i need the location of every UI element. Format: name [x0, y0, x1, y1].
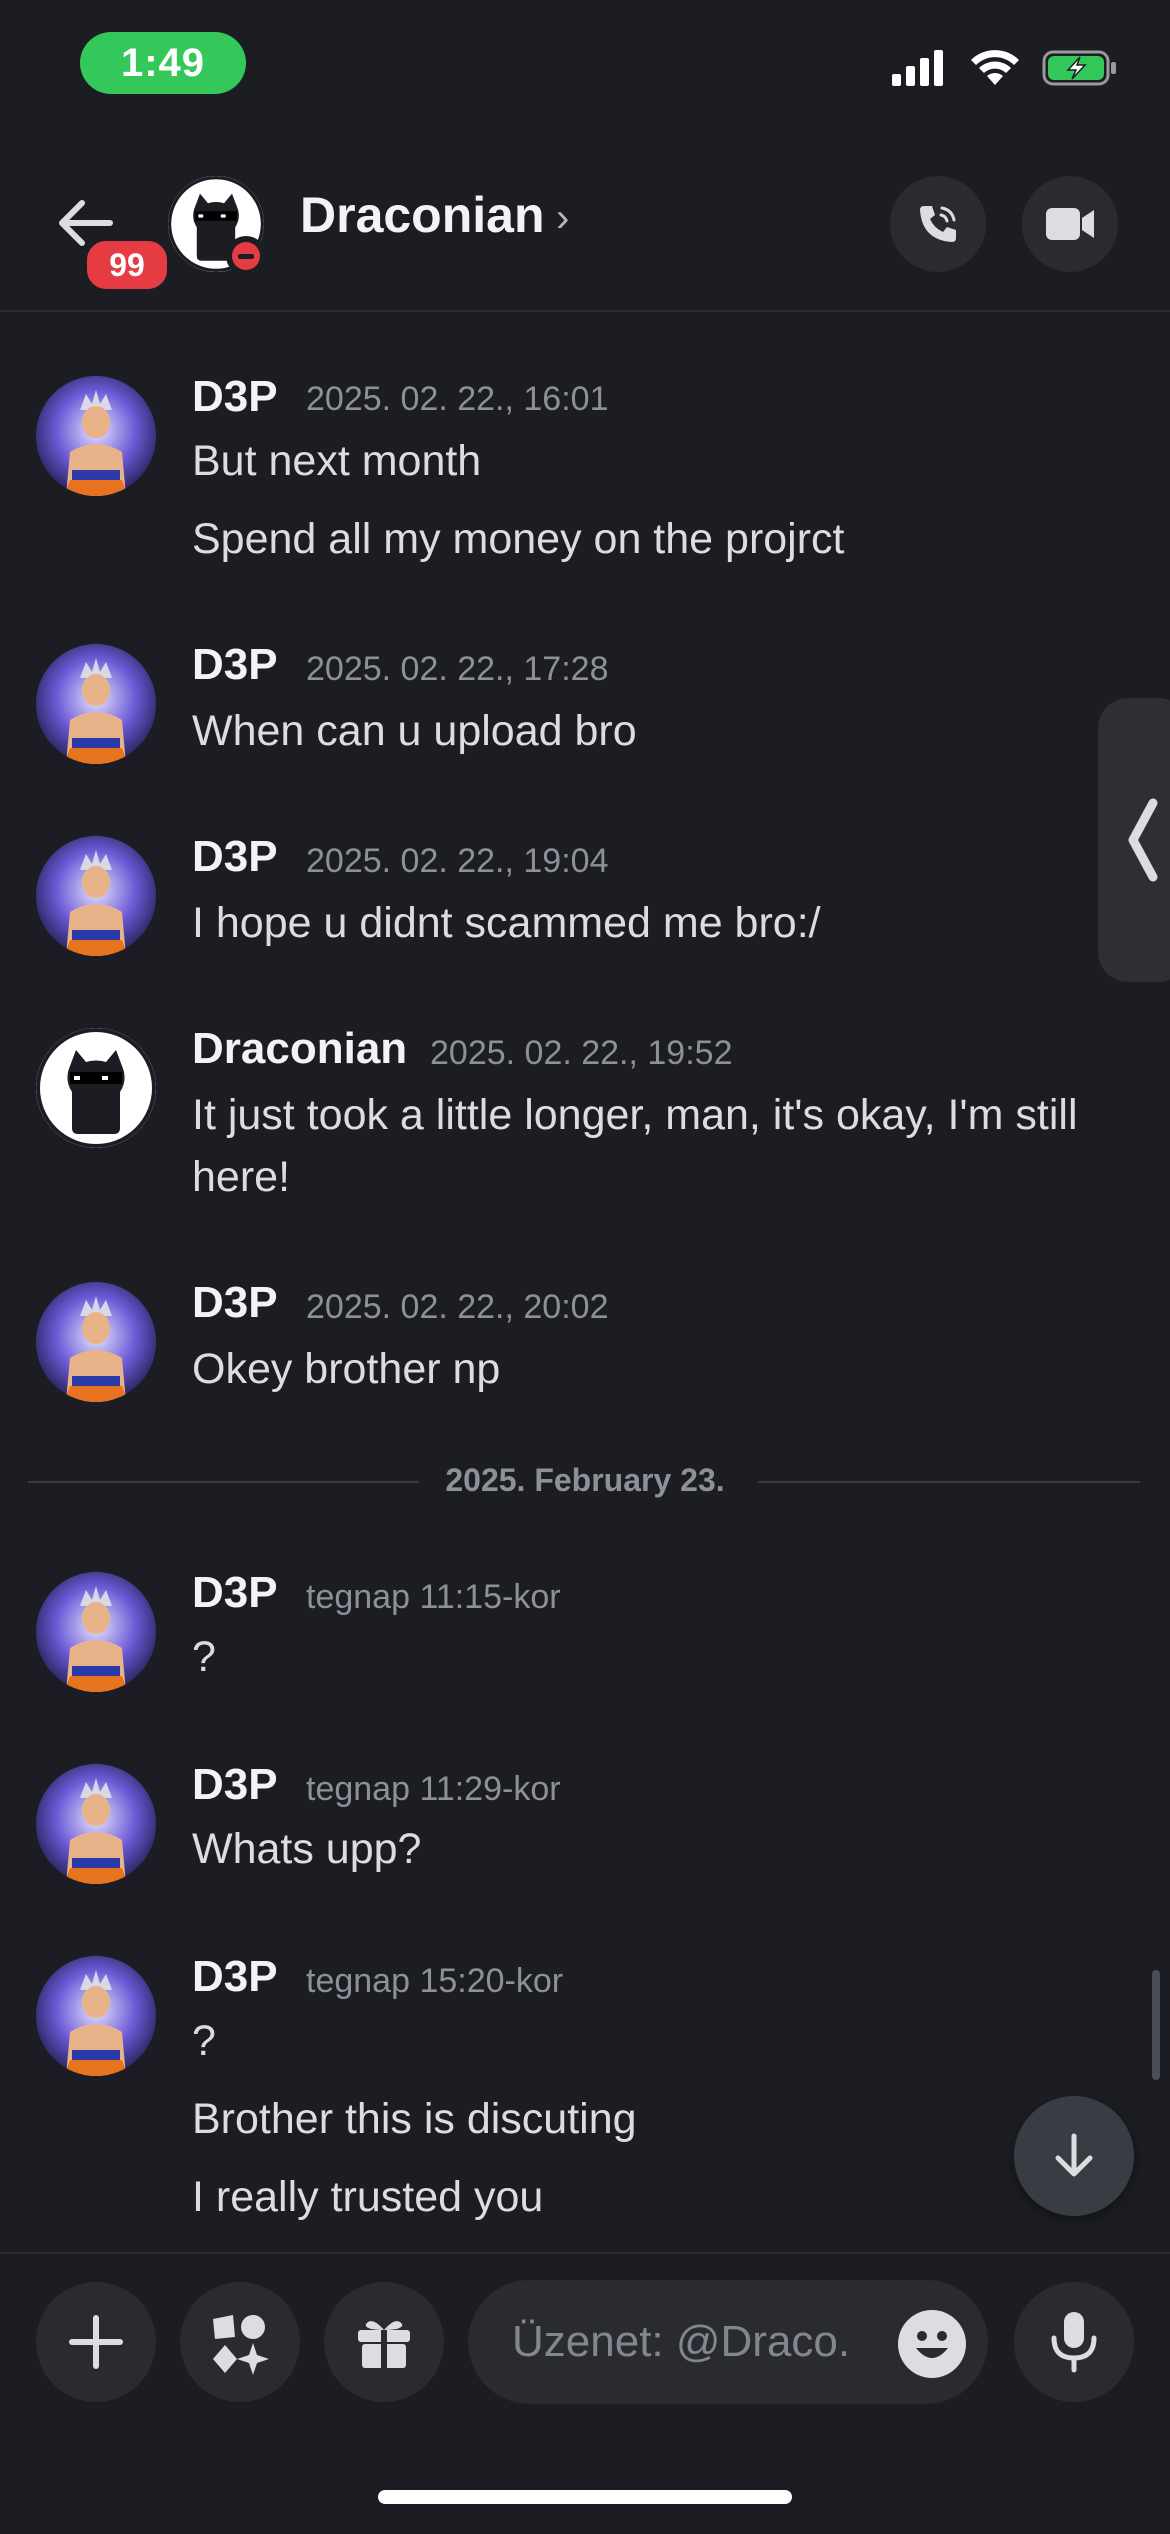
message-text[interactable]: I really trusted you [192, 2166, 1092, 2228]
message-text[interactable]: But next month [192, 430, 1092, 492]
voice-message-button[interactable] [1014, 2282, 1134, 2402]
message-author[interactable]: D3P [192, 832, 278, 882]
anime-warrior-avatar-icon [36, 1764, 156, 1884]
message-timestamp: 2025. 02. 22., 16:01 [306, 380, 609, 418]
message-author[interactable]: D3P [192, 1568, 278, 1618]
microphone-icon [1051, 2312, 1097, 2373]
message-author[interactable]: D3P [192, 1952, 278, 2002]
plus-icon [69, 2315, 123, 2369]
message-text[interactable]: When can u upload bro [192, 700, 1092, 762]
message-timestamp: tegnap 15:20-kor [306, 1962, 564, 2000]
message-timestamp: 2025. 02. 22., 20:02 [306, 1288, 609, 1326]
voice-call-button[interactable] [890, 176, 986, 272]
anime-warrior-avatar-icon [36, 1572, 156, 1692]
battery-charging-icon [1042, 50, 1116, 86]
do-not-disturb-status-icon [226, 236, 266, 276]
cat-sunglasses-avatar-icon [36, 1028, 156, 1148]
message-text[interactable]: Whats upp? [192, 1818, 1092, 1880]
message-timestamp: tegnap 11:15-kor [306, 1578, 561, 1616]
message-text[interactable]: Spend all my money on the projrct [192, 508, 1092, 570]
d3p-avatar[interactable] [36, 1282, 156, 1402]
video-camera-icon [1046, 208, 1094, 240]
date-divider: 2025. February 23. [0, 1462, 1170, 1499]
side-panel-handle[interactable] [1098, 698, 1170, 982]
apps-sparkle-icon [213, 2315, 269, 2375]
message-author[interactable]: D3P [192, 1278, 278, 1328]
d3p-avatar[interactable] [36, 1764, 156, 1884]
unread-badge: 99 [82, 236, 172, 294]
chevron-right-icon[interactable]: › [556, 196, 569, 241]
attach-button[interactable] [36, 2282, 156, 2402]
d3p-avatar[interactable] [36, 1572, 156, 1692]
message-text[interactable]: It just took a little longer, man, it's … [192, 1084, 1092, 1208]
home-indicator[interactable] [378, 2490, 792, 2504]
anime-warrior-avatar-icon [36, 1956, 156, 2076]
draconian-avatar[interactable] [36, 1028, 156, 1148]
cellular-signal-icon [892, 50, 943, 86]
smiley-emoji-icon [916, 2331, 948, 2358]
date-divider-label: 2025. February 23. [419, 1462, 751, 1498]
message-timestamp: tegnap 11:29-kor [306, 1770, 561, 1808]
scrollbar[interactable] [1152, 1970, 1160, 2080]
message-text[interactable]: Okey brother np [192, 1338, 1092, 1400]
arrow-down-icon [1055, 2133, 1093, 2177]
emoji-button[interactable] [898, 2310, 966, 2378]
message-timestamp: 2025. 02. 22., 19:04 [306, 842, 609, 880]
chat-title[interactable]: Draconian [300, 186, 545, 244]
anime-warrior-avatar-icon [36, 376, 156, 496]
message-author[interactable]: D3P [192, 372, 278, 422]
message-author[interactable]: Draconian [192, 1024, 407, 1074]
anime-warrior-avatar-icon [36, 836, 156, 956]
d3p-avatar[interactable] [36, 836, 156, 956]
message-author[interactable]: D3P [192, 640, 278, 690]
message-text[interactable]: Brother this is discuting [192, 2088, 1092, 2150]
message-text[interactable]: ? [192, 1626, 1092, 1688]
gift-button[interactable] [324, 2282, 444, 2402]
status-icons [892, 48, 1118, 88]
anime-warrior-avatar-icon [36, 1282, 156, 1402]
message-text[interactable]: ? [192, 2010, 1092, 2072]
jump-to-latest-button[interactable] [1014, 2096, 1134, 2216]
apps-button[interactable] [180, 2282, 300, 2402]
gift-icon [358, 2321, 410, 2368]
d3p-avatar[interactable] [36, 376, 156, 496]
phone-icon [920, 206, 956, 242]
wifi-icon [971, 50, 1019, 85]
message-timestamp: 2025. 02. 22., 17:28 [306, 650, 609, 688]
message-timestamp: 2025. 02. 22., 19:52 [430, 1034, 733, 1072]
anime-warrior-avatar-icon [36, 644, 156, 764]
d3p-avatar[interactable] [36, 1956, 156, 2076]
message-author[interactable]: D3P [192, 1760, 278, 1810]
d3p-avatar[interactable] [36, 644, 156, 764]
message-text[interactable]: I hope u didnt scammed me bro:/ [192, 892, 1092, 954]
status-time: 1:49 [80, 32, 246, 94]
video-call-button[interactable] [1022, 176, 1118, 272]
chevron-left-icon [1128, 798, 1158, 882]
